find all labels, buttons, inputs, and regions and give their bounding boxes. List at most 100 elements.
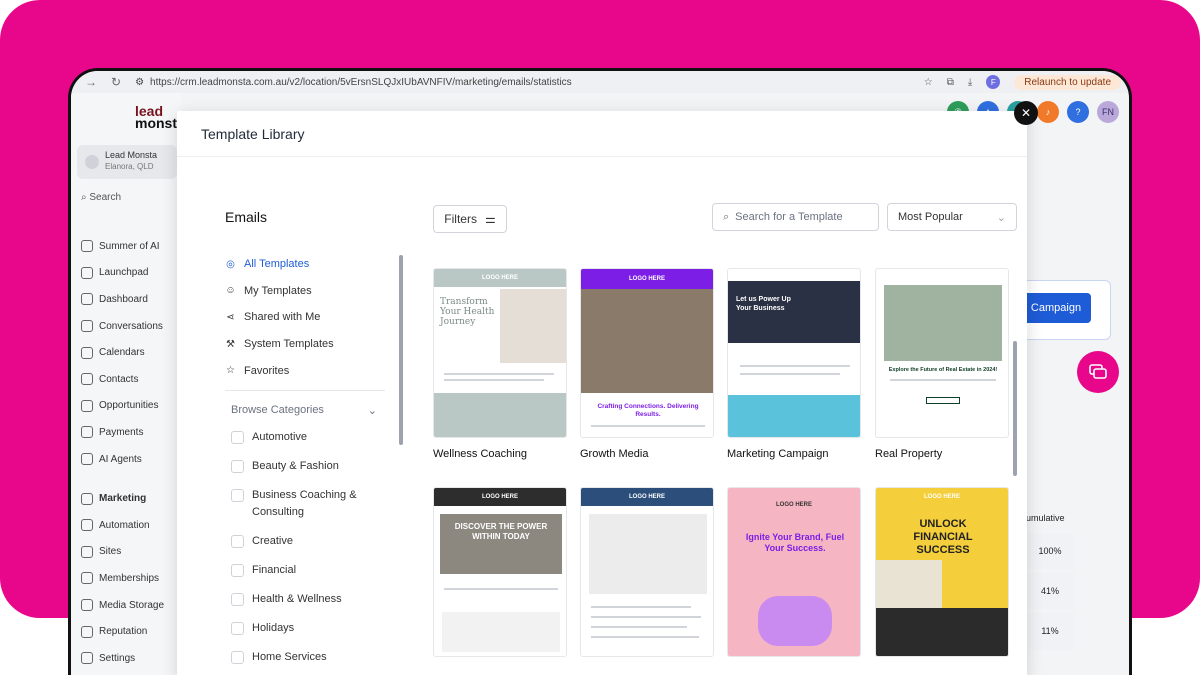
address-bar[interactable]: ⚙ https://crm.leadmonsta.com.au/v2/locat…	[135, 77, 572, 88]
template-card[interactable]: LOGO HERE UNLOCK FINANCIAL SUCCESS	[875, 487, 1009, 657]
template-thumbnail[interactable]: LOGO HERE	[580, 487, 714, 657]
chat-widget-button[interactable]	[1077, 351, 1119, 393]
sort-select[interactable]: Most Popular ⌄	[887, 203, 1017, 231]
location-switcher[interactable]: Lead Monsta Elanora, QLD	[77, 145, 177, 179]
template-grid-scrollbar[interactable]	[1013, 341, 1017, 476]
sidebar-item-contacts[interactable]: Contacts	[81, 366, 164, 393]
sidebar-item-reputation[interactable]: Reputation	[81, 618, 164, 645]
bookmark-star-icon[interactable]: ☆	[924, 77, 933, 88]
template-thumbnail[interactable]: Let us Power Up Your Business	[727, 268, 861, 438]
sidebar-item-dashboard[interactable]: Dashboard	[81, 286, 164, 313]
template-thumbnail[interactable]: LOGO HERE DISCOVER THE POWER WITHIN TODA…	[433, 487, 567, 657]
category-health-wellness[interactable]: Health & Wellness	[231, 591, 391, 608]
sidebar-item-memberships[interactable]: Memberships	[81, 565, 164, 592]
nav-favorites[interactable]: ☆ Favorites	[225, 357, 385, 384]
section-title: Emails	[225, 209, 268, 225]
nav-shared-with-me[interactable]: ⋖ Shared with Me	[225, 304, 385, 331]
sidebar-item-automation[interactable]: Automation	[81, 512, 164, 539]
sidebar-item-opportunities[interactable]: Opportunities	[81, 393, 164, 420]
notification-bell-icon[interactable]: ♪	[1037, 101, 1059, 123]
text-line	[444, 379, 544, 381]
checkbox[interactable]	[231, 489, 244, 502]
hero-image	[500, 289, 566, 363]
category-automotive[interactable]: Automotive	[231, 429, 391, 446]
filters-button[interactable]: Filters ⚌	[433, 205, 507, 233]
campaign-button[interactable]: Campaign	[1021, 293, 1091, 323]
close-modal-button[interactable]: ✕	[1014, 101, 1038, 125]
nav-label: My Templates	[244, 284, 312, 297]
category-financial[interactable]: Financial	[231, 562, 391, 579]
help-icon[interactable]: ?	[1067, 101, 1089, 123]
template-card[interactable]: Let us Power Up Your Business Marketing …	[727, 268, 861, 460]
category-business-coaching[interactable]: Business Coaching & Consulting	[231, 487, 391, 521]
logo-text: LOGO HERE	[628, 276, 665, 282]
checkbox[interactable]	[231, 564, 244, 577]
sidebar-item-media-storage[interactable]: Media Storage	[81, 592, 164, 619]
nav-all-templates[interactable]: ◎ All Templates	[225, 251, 385, 278]
category-creative[interactable]: Creative	[231, 533, 391, 550]
browser-actions: ☆ ⧉ ⤓ F Relaunch to update	[924, 74, 1121, 90]
template-thumbnail[interactable]: LOGO HERE Ignite Your Brand, Fuel Your S…	[727, 487, 861, 657]
sidebar-item-launchpad[interactable]: Launchpad	[81, 260, 164, 287]
left-nav-divider	[225, 390, 385, 391]
checkbox[interactable]	[231, 431, 244, 444]
site-info-icon[interactable]: ⚙	[135, 77, 144, 88]
reload-icon[interactable]: ↻	[111, 75, 121, 89]
text-line	[591, 626, 687, 628]
user-avatar[interactable]: FN	[1097, 101, 1119, 123]
template-card[interactable]: Explore the Future of Real Estate in 202…	[875, 268, 1009, 460]
category-holidays[interactable]: Holidays	[231, 620, 391, 637]
category-scrollbar[interactable]	[399, 255, 403, 445]
sidebar-item-payments[interactable]: Payments	[81, 419, 164, 446]
browse-categories-toggle[interactable]: Browse Categories ⌄	[231, 404, 377, 417]
relaunch-button[interactable]: Relaunch to update	[1014, 74, 1121, 90]
sidebar-item-marketing[interactable]: Marketing	[81, 485, 164, 512]
checkbox[interactable]	[231, 622, 244, 635]
card-icon	[81, 426, 93, 439]
sidebar-search[interactable]: ⌕ Search	[81, 192, 121, 203]
funnel-icon	[81, 399, 93, 412]
app-sidebar: lead monsta Lead Monsta Elanora, QLD ⌕ S…	[71, 93, 185, 675]
template-thumbnail[interactable]: Explore the Future of Real Estate in 202…	[875, 268, 1009, 438]
checkbox[interactable]	[231, 651, 244, 664]
close-icon: ✕	[1020, 106, 1032, 120]
template-card[interactable]: LOGO HERE Transform Your Health Journey …	[433, 268, 567, 460]
template-name: Real Property	[875, 448, 943, 460]
text-line	[591, 606, 691, 608]
extensions-icon[interactable]: ⧉	[947, 77, 954, 88]
logo-header: LOGO HERE	[434, 269, 566, 287]
checkbox[interactable]	[231, 535, 244, 548]
nav-system-templates[interactable]: ⚒ System Templates	[225, 331, 385, 358]
location-sub: Elanora, QLD	[105, 162, 154, 171]
category-home-services[interactable]: Home Services	[231, 649, 391, 666]
sidebar-item-conversations[interactable]: Conversations	[81, 313, 164, 340]
feature-block	[728, 395, 860, 437]
nav-my-templates[interactable]: ☺ My Templates	[225, 278, 385, 305]
feature-block	[442, 612, 560, 652]
template-thumbnail[interactable]: LOGO HERE UNLOCK FINANCIAL SUCCESS	[875, 487, 1009, 657]
template-card[interactable]: LOGO HERE Crafting Connections. Deliveri…	[580, 268, 714, 460]
sidebar-item-ai-agents[interactable]: AI Agents	[81, 446, 164, 473]
rocket-icon	[81, 266, 93, 279]
template-thumbnail[interactable]: LOGO HERE Transform Your Health Journey	[433, 268, 567, 438]
sidebar-item-label: Automation	[99, 519, 150, 531]
profile-icon[interactable]: F	[986, 75, 1001, 89]
url-text: https://crm.leadmonsta.com.au/v2/locatio…	[150, 76, 572, 88]
checkbox[interactable]	[231, 593, 244, 606]
sidebar-item-summer-of-ai[interactable]: Summer of AI	[81, 233, 164, 260]
template-card[interactable]: LOGO HERE DISCOVER THE POWER WITHIN TODA…	[433, 487, 567, 657]
forward-icon[interactable]: →	[85, 75, 97, 89]
chevron-down-icon: ⌄	[996, 211, 1006, 224]
filters-label: Filters	[444, 212, 477, 226]
checkbox[interactable]	[231, 460, 244, 473]
download-icon[interactable]: ⤓	[968, 77, 972, 88]
template-thumbnail[interactable]: LOGO HERE Crafting Connections. Deliveri…	[580, 268, 714, 438]
template-card[interactable]: LOGO HERE Ignite Your Brand, Fuel Your S…	[727, 487, 861, 657]
category-beauty-fashion[interactable]: Beauty & Fashion	[231, 458, 391, 475]
template-card[interactable]: LOGO HERE	[580, 487, 714, 657]
template-name: Marketing Campaign	[727, 448, 829, 460]
sidebar-item-settings[interactable]: Settings	[81, 645, 164, 672]
sidebar-item-sites[interactable]: Sites	[81, 539, 164, 566]
sidebar-item-calendars[interactable]: Calendars	[81, 339, 164, 366]
template-search-input[interactable]: ⌕ Search for a Template	[712, 203, 879, 231]
